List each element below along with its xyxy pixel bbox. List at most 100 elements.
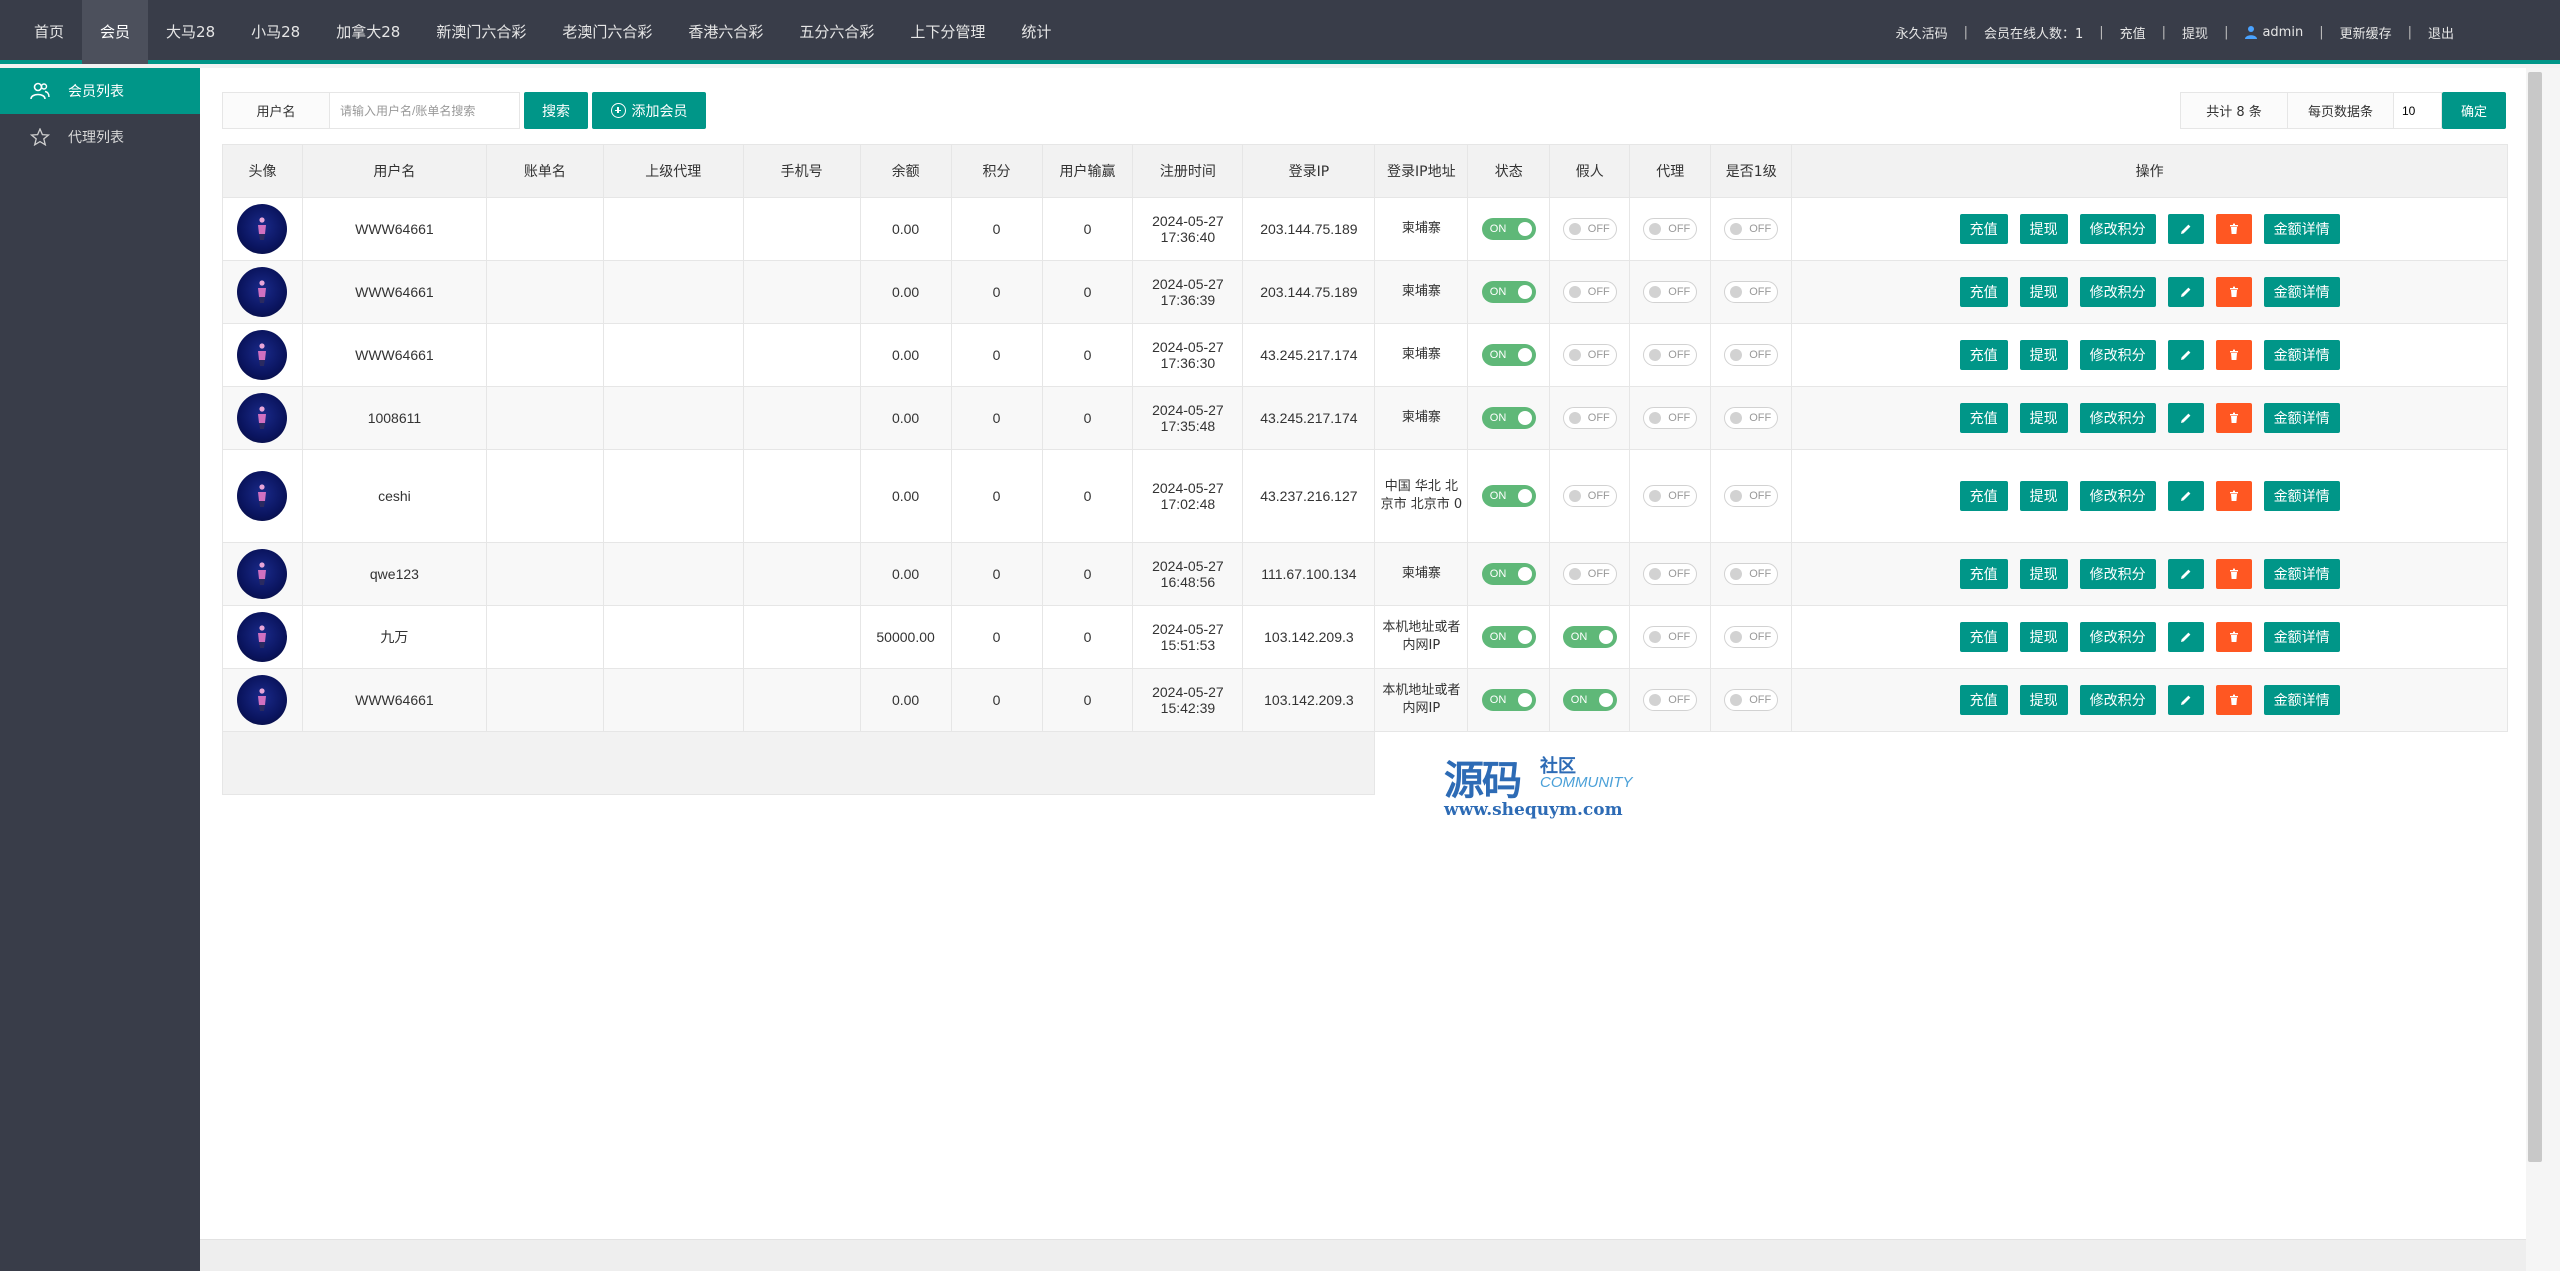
edit-button[interactable]	[2167, 340, 2204, 370]
level1-toggle[interactable]: OFF	[1724, 344, 1779, 366]
amount-details-button[interactable]: 金额详情	[2263, 277, 2340, 307]
delete-button[interactable]	[2215, 481, 2252, 511]
avatar[interactable]	[237, 612, 288, 662]
nav-item-6[interactable]: 老澳门六合彩	[544, 0, 670, 64]
agent-toggle[interactable]: OFF	[1643, 407, 1698, 429]
delete-button[interactable]	[2215, 622, 2252, 652]
withdraw-link[interactable]: 提现	[2166, 23, 2224, 42]
avatar[interactable]	[237, 267, 288, 317]
user-menu[interactable]: admin	[2228, 25, 2319, 40]
amount-details-button[interactable]: 金额详情	[2263, 481, 2340, 511]
level1-toggle[interactable]: OFF	[1724, 626, 1779, 648]
edit-points-button[interactable]: 修改积分	[2079, 481, 2156, 511]
edit-button[interactable]	[2167, 214, 2204, 244]
edit-button[interactable]	[2167, 685, 2204, 715]
scrollbar-thumb[interactable]	[2528, 72, 2542, 1162]
nav-item-10[interactable]: 统计	[1003, 0, 1069, 64]
nav-item-0[interactable]: 首页	[16, 0, 82, 64]
amount-details-button[interactable]: 金额详情	[2263, 340, 2340, 370]
avatar[interactable]	[237, 471, 288, 521]
edit-button[interactable]	[2167, 559, 2204, 589]
status-toggle[interactable]: ON	[1481, 689, 1536, 711]
edit-button[interactable]	[2167, 481, 2204, 511]
fake-toggle[interactable]: ON	[1562, 626, 1617, 648]
nav-item-9[interactable]: 上下分管理	[892, 0, 1003, 64]
confirm-button[interactable]: 确定	[2442, 92, 2506, 129]
avatar[interactable]	[237, 675, 288, 725]
clear-cache-link[interactable]: 更新缓存	[2324, 23, 2408, 42]
amount-details-button[interactable]: 金额详情	[2263, 685, 2340, 715]
nav-item-3[interactable]: 小马28	[233, 0, 318, 64]
delete-button[interactable]	[2215, 403, 2252, 433]
recharge-button[interactable]: 充值	[1959, 214, 2008, 244]
search-input[interactable]	[330, 92, 520, 129]
amount-details-button[interactable]: 金额详情	[2263, 559, 2340, 589]
amount-details-button[interactable]: 金额详情	[2263, 622, 2340, 652]
agent-toggle[interactable]: OFF	[1643, 689, 1698, 711]
fake-toggle[interactable]: OFF	[1562, 281, 1617, 303]
withdraw-button[interactable]: 提现	[2019, 214, 2068, 244]
recharge-button[interactable]: 充值	[1959, 277, 2008, 307]
status-toggle[interactable]: ON	[1481, 218, 1536, 240]
status-toggle[interactable]: ON	[1481, 626, 1536, 648]
withdraw-button[interactable]: 提现	[2019, 277, 2068, 307]
level1-toggle[interactable]: OFF	[1724, 281, 1779, 303]
delete-button[interactable]	[2215, 685, 2252, 715]
withdraw-button[interactable]: 提现	[2019, 685, 2068, 715]
fake-toggle[interactable]: OFF	[1562, 563, 1617, 585]
recharge-button[interactable]: 充值	[1959, 622, 2008, 652]
recharge-button[interactable]: 充值	[1959, 559, 2008, 589]
nav-item-2[interactable]: 大马28	[148, 0, 233, 64]
nav-item-1[interactable]: 会员	[82, 0, 149, 64]
nav-item-7[interactable]: 香港六合彩	[670, 0, 781, 64]
avatar[interactable]	[237, 393, 288, 443]
delete-button[interactable]	[2215, 214, 2252, 244]
recharge-button[interactable]: 充值	[1959, 685, 2008, 715]
delete-button[interactable]	[2215, 559, 2252, 589]
per-page-input[interactable]	[2394, 92, 2442, 129]
withdraw-button[interactable]: 提现	[2019, 622, 2068, 652]
withdraw-button[interactable]: 提现	[2019, 559, 2068, 589]
fake-toggle[interactable]: OFF	[1562, 485, 1617, 507]
avatar[interactable]	[237, 330, 288, 380]
recharge-button[interactable]: 充值	[1959, 403, 2008, 433]
edit-points-button[interactable]: 修改积分	[2079, 685, 2156, 715]
fake-toggle[interactable]: ON	[1562, 689, 1617, 711]
level1-toggle[interactable]: OFF	[1724, 689, 1779, 711]
status-toggle[interactable]: ON	[1481, 281, 1536, 303]
status-toggle[interactable]: ON	[1481, 563, 1536, 585]
nav-item-8[interactable]: 五分六合彩	[781, 0, 892, 64]
level1-toggle[interactable]: OFF	[1724, 218, 1779, 240]
fake-toggle[interactable]: OFF	[1562, 218, 1617, 240]
delete-button[interactable]	[2215, 277, 2252, 307]
edit-points-button[interactable]: 修改积分	[2079, 340, 2156, 370]
nav-item-5[interactable]: 新澳门六合彩	[418, 0, 544, 64]
withdraw-button[interactable]: 提现	[2019, 340, 2068, 370]
withdraw-button[interactable]: 提现	[2019, 403, 2068, 433]
delete-button[interactable]	[2215, 340, 2252, 370]
withdraw-button[interactable]: 提现	[2019, 481, 2068, 511]
agent-toggle[interactable]: OFF	[1643, 563, 1698, 585]
logout-link[interactable]: 退出	[2412, 23, 2470, 42]
edit-points-button[interactable]: 修改积分	[2079, 403, 2156, 433]
edit-button[interactable]	[2167, 622, 2204, 652]
agent-toggle[interactable]: OFF	[1643, 485, 1698, 507]
agent-toggle[interactable]: OFF	[1643, 218, 1698, 240]
agent-toggle[interactable]: OFF	[1643, 626, 1698, 648]
avatar[interactable]	[237, 204, 288, 254]
amount-details-button[interactable]: 金额详情	[2263, 214, 2340, 244]
edit-button[interactable]	[2167, 403, 2204, 433]
nav-item-4[interactable]: 加拿大28	[318, 0, 418, 64]
edit-points-button[interactable]: 修改积分	[2079, 622, 2156, 652]
edit-button[interactable]	[2167, 277, 2204, 307]
fake-toggle[interactable]: OFF	[1562, 344, 1617, 366]
sidebar-item-agent-list[interactable]: 代理列表	[0, 114, 200, 160]
level1-toggle[interactable]: OFF	[1724, 563, 1779, 585]
status-toggle[interactable]: ON	[1481, 485, 1536, 507]
sidebar-item-member-list[interactable]: 会员列表	[0, 68, 200, 114]
level1-toggle[interactable]: OFF	[1724, 407, 1779, 429]
fake-toggle[interactable]: OFF	[1562, 407, 1617, 429]
edit-points-button[interactable]: 修改积分	[2079, 214, 2156, 244]
status-toggle[interactable]: ON	[1481, 344, 1536, 366]
agent-toggle[interactable]: OFF	[1643, 281, 1698, 303]
